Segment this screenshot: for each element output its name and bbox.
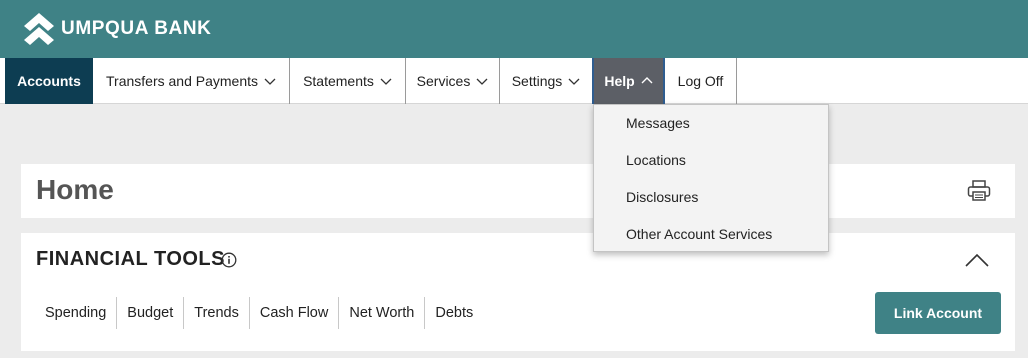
page-title: Home bbox=[36, 174, 114, 205]
nav-transfers-and-payments[interactable]: Transfers and Payments bbox=[93, 58, 290, 104]
nav-help-label: Help bbox=[604, 73, 635, 89]
tab-net-worth[interactable]: Net Worth bbox=[339, 297, 426, 329]
help-dropdown-menu: Messages Locations Disclosures Other Acc… bbox=[593, 104, 829, 252]
nav-settings-label: Settings bbox=[511, 73, 563, 89]
tab-budget[interactable]: Budget bbox=[117, 297, 185, 329]
menu-item-messages[interactable]: Messages bbox=[626, 115, 690, 131]
nav-statements[interactable]: Statements bbox=[290, 58, 406, 104]
home-header-card: Home bbox=[21, 164, 1015, 218]
printer-icon[interactable] bbox=[967, 180, 991, 202]
nav-accounts-label: Accounts bbox=[17, 73, 81, 89]
chevron-down-icon bbox=[476, 78, 488, 85]
tab-trends[interactable]: Trends bbox=[184, 297, 250, 329]
nav-log-off[interactable]: Log Off bbox=[665, 58, 737, 104]
top-header: UMPQUA BANK bbox=[0, 0, 1028, 58]
nav-accounts[interactable]: Accounts bbox=[5, 58, 93, 104]
bank-logo[interactable]: UMPQUA BANK bbox=[24, 13, 212, 45]
menu-item-other-account-services[interactable]: Other Account Services bbox=[626, 226, 772, 242]
chevron-up-icon bbox=[641, 77, 653, 84]
nav-settings[interactable]: Settings bbox=[500, 58, 592, 104]
tab-spending[interactable]: Spending bbox=[35, 297, 118, 329]
tab-debts[interactable]: Debts bbox=[425, 297, 483, 329]
nav-services[interactable]: Services bbox=[406, 58, 500, 104]
bank-name: UMPQUA BANK bbox=[61, 18, 212, 39]
menu-item-locations[interactable]: Locations bbox=[626, 152, 686, 168]
financial-tools-title: FINANCIAL TOOLS bbox=[36, 248, 225, 270]
nav-logoff-label: Log Off bbox=[677, 73, 724, 89]
nav-help[interactable]: Help bbox=[592, 58, 665, 104]
chevron-down-icon bbox=[380, 78, 392, 85]
main-nav: Accounts Transfers and Payments Statemen… bbox=[0, 58, 1028, 104]
nav-statements-label: Statements bbox=[303, 73, 374, 89]
nav-services-label: Services bbox=[416, 73, 471, 89]
nav-transfers-label: Transfers and Payments bbox=[106, 73, 258, 89]
chevron-down-icon bbox=[568, 78, 580, 85]
financial-tools-tabs: Spending Budget Trends Cash Flow Net Wor… bbox=[35, 297, 483, 329]
link-account-button[interactable]: Link Account bbox=[875, 292, 1001, 334]
menu-item-disclosures[interactable]: Disclosures bbox=[626, 189, 698, 205]
chevron-down-icon bbox=[264, 78, 276, 85]
financial-tools-card: FINANCIAL TOOLS Spending Budget Trends C… bbox=[21, 233, 1015, 351]
chevron-up-icon[interactable] bbox=[965, 253, 989, 267]
info-icon[interactable] bbox=[221, 252, 237, 268]
tab-cash-flow[interactable]: Cash Flow bbox=[250, 297, 340, 329]
umpqua-chevron-logo-icon bbox=[24, 13, 54, 45]
